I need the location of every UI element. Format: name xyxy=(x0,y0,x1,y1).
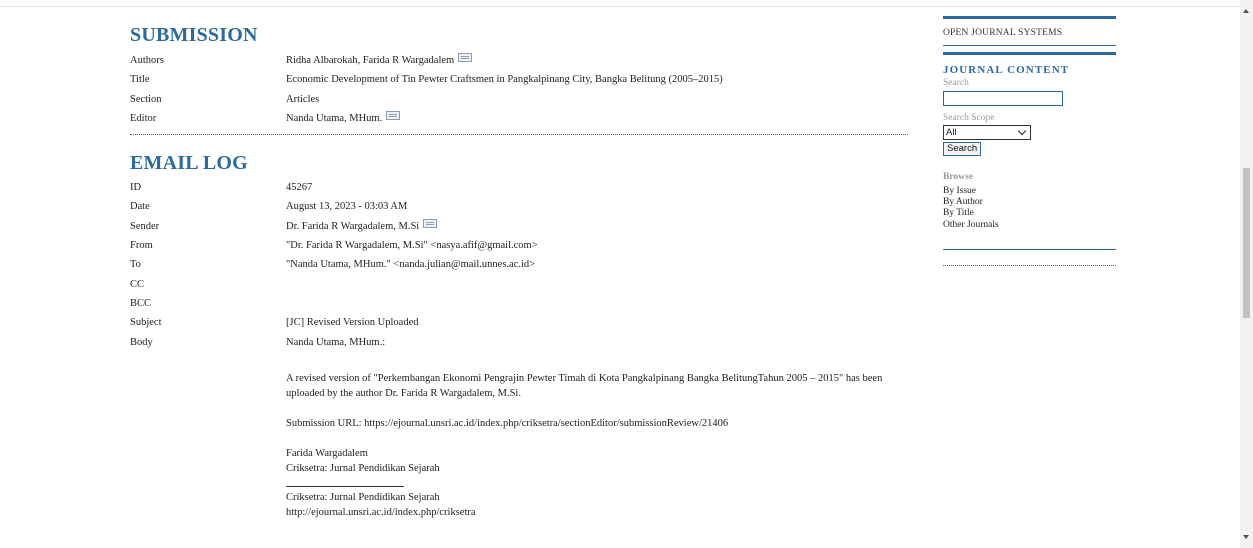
row-value: [JC] Revised Version Uploaded xyxy=(286,317,419,329)
scroll-thumb[interactable] xyxy=(1243,168,1250,318)
row-label: From xyxy=(130,240,153,252)
email-row-to: To "Nanda Utama, MHum." <nanda.julian@ma… xyxy=(130,255,908,274)
sidebar-block-bar xyxy=(943,52,1116,55)
sidebar-dotted-separator xyxy=(943,264,1116,266)
row-label: BCC xyxy=(130,297,152,309)
search-scope-select[interactable]: All xyxy=(943,125,1031,140)
sidebar-divider xyxy=(943,45,1116,46)
submission-row-authors: Authors Ridha Albarokah, Farida R Wargad… xyxy=(130,51,908,70)
body-submission-url: Submission URL: https://ejournal.unsri.a… xyxy=(286,418,729,430)
email-row-subject: Subject [JC] Revised Version Uploaded xyxy=(130,313,908,332)
submission-table: Authors Ridha Albarokah, Farida R Wargad… xyxy=(130,51,908,128)
row-label: Title xyxy=(130,74,150,86)
top-divider xyxy=(0,6,1240,7)
row-value: Nanda Utama, MHum.: xyxy=(286,336,386,348)
body-paragraph: A revised version of "Perkembangan Ekono… xyxy=(286,373,883,400)
row-label: Body xyxy=(130,336,153,348)
row-label: Date xyxy=(130,201,150,213)
browse-by-author-link[interactable]: By Author xyxy=(943,197,1116,208)
sender-value: Dr. Farida R Wargadalem, M.Si xyxy=(286,220,420,232)
email-row-date: Date August 13, 2023 - 03:03 AM xyxy=(130,197,908,216)
row-label: ID xyxy=(130,182,142,194)
main-content: SUBMISSION Authors Ridha Albarokah, Fari… xyxy=(130,24,908,518)
row-value: Economic Development of Tin Pewter Craft… xyxy=(286,74,723,86)
search-input[interactable] xyxy=(943,91,1063,106)
email-row-cc: CC xyxy=(130,275,908,294)
authors-value: Ridha Albarokah, Farida R Wargadalem xyxy=(286,55,455,66)
editor-value: Nanda Utama, MHum. xyxy=(286,112,383,124)
browse-by-title-link[interactable]: By Title xyxy=(943,208,1116,219)
scroll-up-arrow-icon[interactable] xyxy=(1243,9,1249,13)
chevron-down-icon xyxy=(1017,126,1027,136)
vertical-scrollbar[interactable] xyxy=(1240,0,1253,548)
signature-name: Farida Wargadalem xyxy=(286,448,368,460)
email-row-sender: Sender Dr. Farida R Wargadalem, M.Si xyxy=(130,217,908,236)
signature-divider xyxy=(286,486,404,488)
row-value: "Nanda Utama, MHum." <nanda.julian@mail.… xyxy=(286,259,536,271)
email-log-heading: EMAIL LOG xyxy=(130,152,248,175)
search-scope-label: Search Scope xyxy=(943,113,995,123)
row-value: August 13, 2023 - 03:03 AM xyxy=(286,201,408,213)
row-label: Subject xyxy=(130,317,162,329)
footer-url: http://ejournal.unsri.ac.id/index.php/cr… xyxy=(286,507,476,519)
email-body: A revised version of "Perkembangan Ekono… xyxy=(286,371,911,520)
browse-by-issue-link[interactable]: By Issue xyxy=(943,186,1116,197)
row-value: Dr. Farida R Wargadalem, M.Si xyxy=(286,217,438,236)
search-button[interactable]: Search xyxy=(943,142,982,156)
row-value: "Dr. Farida R Wargadalem, M.Si" <nasya.a… xyxy=(286,240,538,252)
row-label: To xyxy=(130,259,141,271)
submission-row-section: Section Articles xyxy=(130,90,908,109)
scope-selected-value: All xyxy=(946,127,957,138)
submission-heading: SUBMISSION xyxy=(130,24,258,46)
search-label: Search xyxy=(943,78,969,88)
journal-content-title: JOURNAL CONTENT xyxy=(943,64,1070,76)
row-value: Ridha Albarokah, Farida R Wargadalem xyxy=(286,51,473,70)
row-label: Editor xyxy=(130,112,157,124)
row-label: Section xyxy=(130,93,162,105)
sidebar-divider xyxy=(943,248,1116,250)
signature-journal: Criksetra: Jurnal Pendidikan Sejarah xyxy=(286,463,440,475)
row-value: 45267 xyxy=(286,182,313,194)
footer-journal: Criksetra: Jurnal Pendidikan Sejarah xyxy=(286,492,440,504)
email-log-table: ID 45267 Date August 13, 2023 - 03:03 AM… xyxy=(130,178,908,518)
email-row-from: From "Dr. Farida R Wargadalem, M.Si" <na… xyxy=(130,236,908,255)
open-journal-systems-link[interactable]: OPEN JOURNAL SYSTEMS xyxy=(943,19,1116,45)
row-label: Authors xyxy=(130,55,164,66)
email-row-id: ID 45267 xyxy=(130,178,908,197)
row-value: Articles xyxy=(286,93,320,105)
envelope-icon[interactable] xyxy=(458,53,473,62)
sidebar: OPEN JOURNAL SYSTEMS JOURNAL CONTENT Sea… xyxy=(943,16,1116,266)
envelope-icon[interactable] xyxy=(386,110,401,120)
email-row-bcc: BCC xyxy=(130,294,908,313)
email-row-body: Body Nanda Utama, MHum.: xyxy=(130,333,908,352)
browse-title: Browse xyxy=(943,172,973,182)
submission-row-title: Title Economic Development of Tin Pewter… xyxy=(130,70,908,89)
other-journals-link[interactable]: Other Journals xyxy=(943,220,1116,231)
row-value: Nanda Utama, MHum. xyxy=(286,109,401,128)
envelope-icon[interactable] xyxy=(423,218,438,228)
row-label: Sender xyxy=(130,220,160,232)
row-label: CC xyxy=(130,278,145,290)
submission-row-editor: Editor Nanda Utama, MHum. xyxy=(130,109,908,128)
scroll-down-arrow-icon[interactable] xyxy=(1243,535,1249,539)
